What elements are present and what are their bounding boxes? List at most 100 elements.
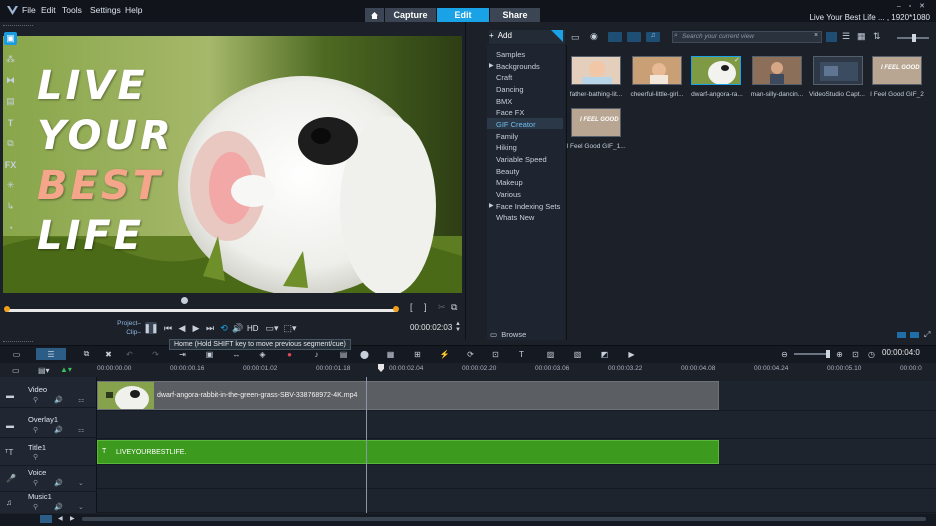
add-marker-icon[interactable]: ▲▾ <box>60 365 72 374</box>
link-icon[interactable]: ⚲ <box>33 426 38 434</box>
instant-project-icon[interactable]: ⁂ <box>4 53 17 66</box>
capture-video-icon[interactable]: ▶ <box>625 348 638 360</box>
list-view-button[interactable] <box>826 32 837 42</box>
timeline-view-button[interactable]: ☰ <box>36 348 66 360</box>
enlarge-preview-icon[interactable]: ⧉ <box>451 302 457 313</box>
mute-icon[interactable]: 🔊 <box>54 479 63 487</box>
tab-capture[interactable]: Capture <box>385 8 436 22</box>
track-manager-icon[interactable]: ▭ <box>12 366 20 375</box>
graphic-icon[interactable]: ▤ <box>4 95 17 108</box>
home-seek-button[interactable]: ⏮ <box>162 322 174 334</box>
scrubber-playhead[interactable] <box>181 297 188 304</box>
track-header-voice[interactable]: 🎤 Voice ⚲ 🔊 ⌄ <box>0 465 97 492</box>
loop-icon[interactable]: ⟳ <box>464 348 477 360</box>
split-clip-icon[interactable]: ✂ <box>438 302 446 313</box>
scroll-left-icon[interactable]: ◀ <box>58 515 63 522</box>
folder-item[interactable]: Whats New <box>496 213 534 222</box>
folder-item[interactable]: Makeup <box>496 178 523 187</box>
trim-start-marker[interactable] <box>4 306 10 312</box>
filter-video-button[interactable] <box>608 32 622 42</box>
folder-item[interactable]: Samples <box>496 50 525 59</box>
media-thumbnail[interactable] <box>752 56 802 85</box>
copy-icon[interactable]: ⧉ <box>80 348 93 360</box>
timeline-timecode[interactable]: 00:00:04:0 <box>882 348 920 357</box>
track-header-title[interactable]: ᵀT Title1 ⚲ <box>0 439 97 466</box>
mark-in-button[interactable]: [ <box>410 302 413 312</box>
link-icon[interactable]: ⚲ <box>33 479 38 487</box>
menu-help[interactable]: Help <box>125 5 142 15</box>
media-thumbnail[interactable] <box>571 56 621 85</box>
multicam-icon[interactable]: ⊞ <box>411 348 424 360</box>
music-track-lane[interactable] <box>97 489 936 513</box>
title-icon[interactable]: T <box>4 116 17 129</box>
zoom-slider-handle[interactable] <box>826 350 830 358</box>
filter-photo-button[interactable] <box>627 32 641 42</box>
next-frame-button[interactable]: ▶ <box>190 322 202 334</box>
path-icon[interactable]: ✳ <box>4 179 17 192</box>
prev-frame-button[interactable]: ◀ <box>176 322 188 334</box>
volume-button[interactable]: 🔊 <box>232 322 244 334</box>
expand-arrow-icon[interactable]: ▶ <box>489 62 494 69</box>
mode-project[interactable]: Project– <box>113 320 141 327</box>
zoom-slider[interactable] <box>794 353 830 355</box>
track-header-music[interactable]: ♫ Music1 ⚲ 🔊 ⌄ <box>0 489 97 516</box>
window-controls[interactable]: – ▫ ✕ <box>897 2 928 10</box>
expand-track-icon[interactable]: ⌄ <box>78 503 84 511</box>
details-view-icon[interactable]: ☰ <box>842 31 850 42</box>
fit-project-icon[interactable]: ⊡ <box>849 348 862 360</box>
tools-icon[interactable]: ✖ <box>102 348 115 360</box>
redo-icon[interactable]: ↷ <box>149 348 162 360</box>
folder-item[interactable]: Craft <box>496 73 512 82</box>
split-screen-icon[interactable]: ▧ <box>571 348 584 360</box>
storyboard-view-icon[interactable]: ▭ <box>10 348 23 360</box>
media-library-icon[interactable]: ▣ <box>4 32 17 45</box>
zoom-out-icon[interactable]: ⊖ <box>778 348 791 360</box>
folder-item[interactable]: Various <box>496 190 521 199</box>
pan-zoom-icon[interactable]: ◩ <box>598 348 611 360</box>
record-icon[interactable]: ◉ <box>590 31 598 42</box>
expand-arrow-icon[interactable]: ▶ <box>489 202 494 209</box>
search-input[interactable]: Search your current view <box>672 31 822 43</box>
motion-icon[interactable]: ↳ <box>4 200 17 213</box>
folder-item[interactable]: Family <box>496 132 518 141</box>
media-thumbnail[interactable]: I FEEL GOOD <box>571 108 621 137</box>
fx-filter-icon[interactable]: FX <box>4 158 17 171</box>
overlay-track-lane[interactable] <box>97 411 936 439</box>
slider-handle[interactable] <box>912 34 916 42</box>
folder-item[interactable]: Beauty <box>496 167 519 176</box>
media-thumbnail[interactable] <box>813 56 863 85</box>
panel-grip[interactable] <box>3 25 33 28</box>
lut-icon[interactable]: ▨ <box>544 348 557 360</box>
timecode-stepper[interactable]: ▲ ▼ <box>455 321 461 333</box>
preview-timecode[interactable]: 00:00:02:03 <box>410 323 452 332</box>
scroll-mode-button[interactable] <box>40 515 52 523</box>
title-clip[interactable]: T LIVEYOURBESTLIFE. <box>97 440 719 464</box>
link-icon[interactable]: ⚲ <box>33 503 38 511</box>
folder-item[interactable]: Face Indexing Sets <box>496 202 560 211</box>
menu-file[interactable]: File <box>22 5 36 15</box>
mode-clip[interactable]: Clip– <box>113 329 141 336</box>
folder-item[interactable]: BMX <box>496 97 512 106</box>
transition-icon[interactable]: ⧓ <box>4 74 17 87</box>
scrollbar-thumb[interactable] <box>82 517 926 521</box>
folder-item-selected[interactable]: GIF Creator <box>496 120 536 129</box>
menu-tools[interactable]: Tools <box>62 5 82 15</box>
import-folder-icon[interactable]: ▭ <box>571 32 580 43</box>
clear-search-icon[interactable]: × <box>814 32 818 39</box>
pause-button[interactable]: ❚❚ <box>143 322 159 334</box>
title-track-icon[interactable]: T <box>515 348 528 360</box>
filter-audio-button[interactable]: ♫ <box>646 32 660 42</box>
mark-out-button[interactable]: ] <box>424 302 427 312</box>
repeat-button[interactable]: ⟲ <box>218 322 230 334</box>
folder-item[interactable]: Dancing <box>496 85 524 94</box>
track-header-video[interactable]: ▬ Video ⚲ 🔊 ⚏ <box>0 381 97 408</box>
ripple-icon[interactable]: ⚏ <box>78 396 84 404</box>
hd-preview-toggle[interactable]: HD <box>247 324 259 333</box>
expand-track-icon[interactable]: ⌄ <box>78 479 84 487</box>
chapter-icon[interactable]: ▤▾ <box>38 366 50 375</box>
folder-item[interactable]: Hiking <box>496 143 517 152</box>
link-icon[interactable]: ⚲ <box>33 396 38 404</box>
undo-icon[interactable]: ↶ <box>123 348 136 360</box>
text-track-icon[interactable]: ▦ <box>384 348 397 360</box>
zoom-in-icon[interactable]: ⊕ <box>833 348 846 360</box>
